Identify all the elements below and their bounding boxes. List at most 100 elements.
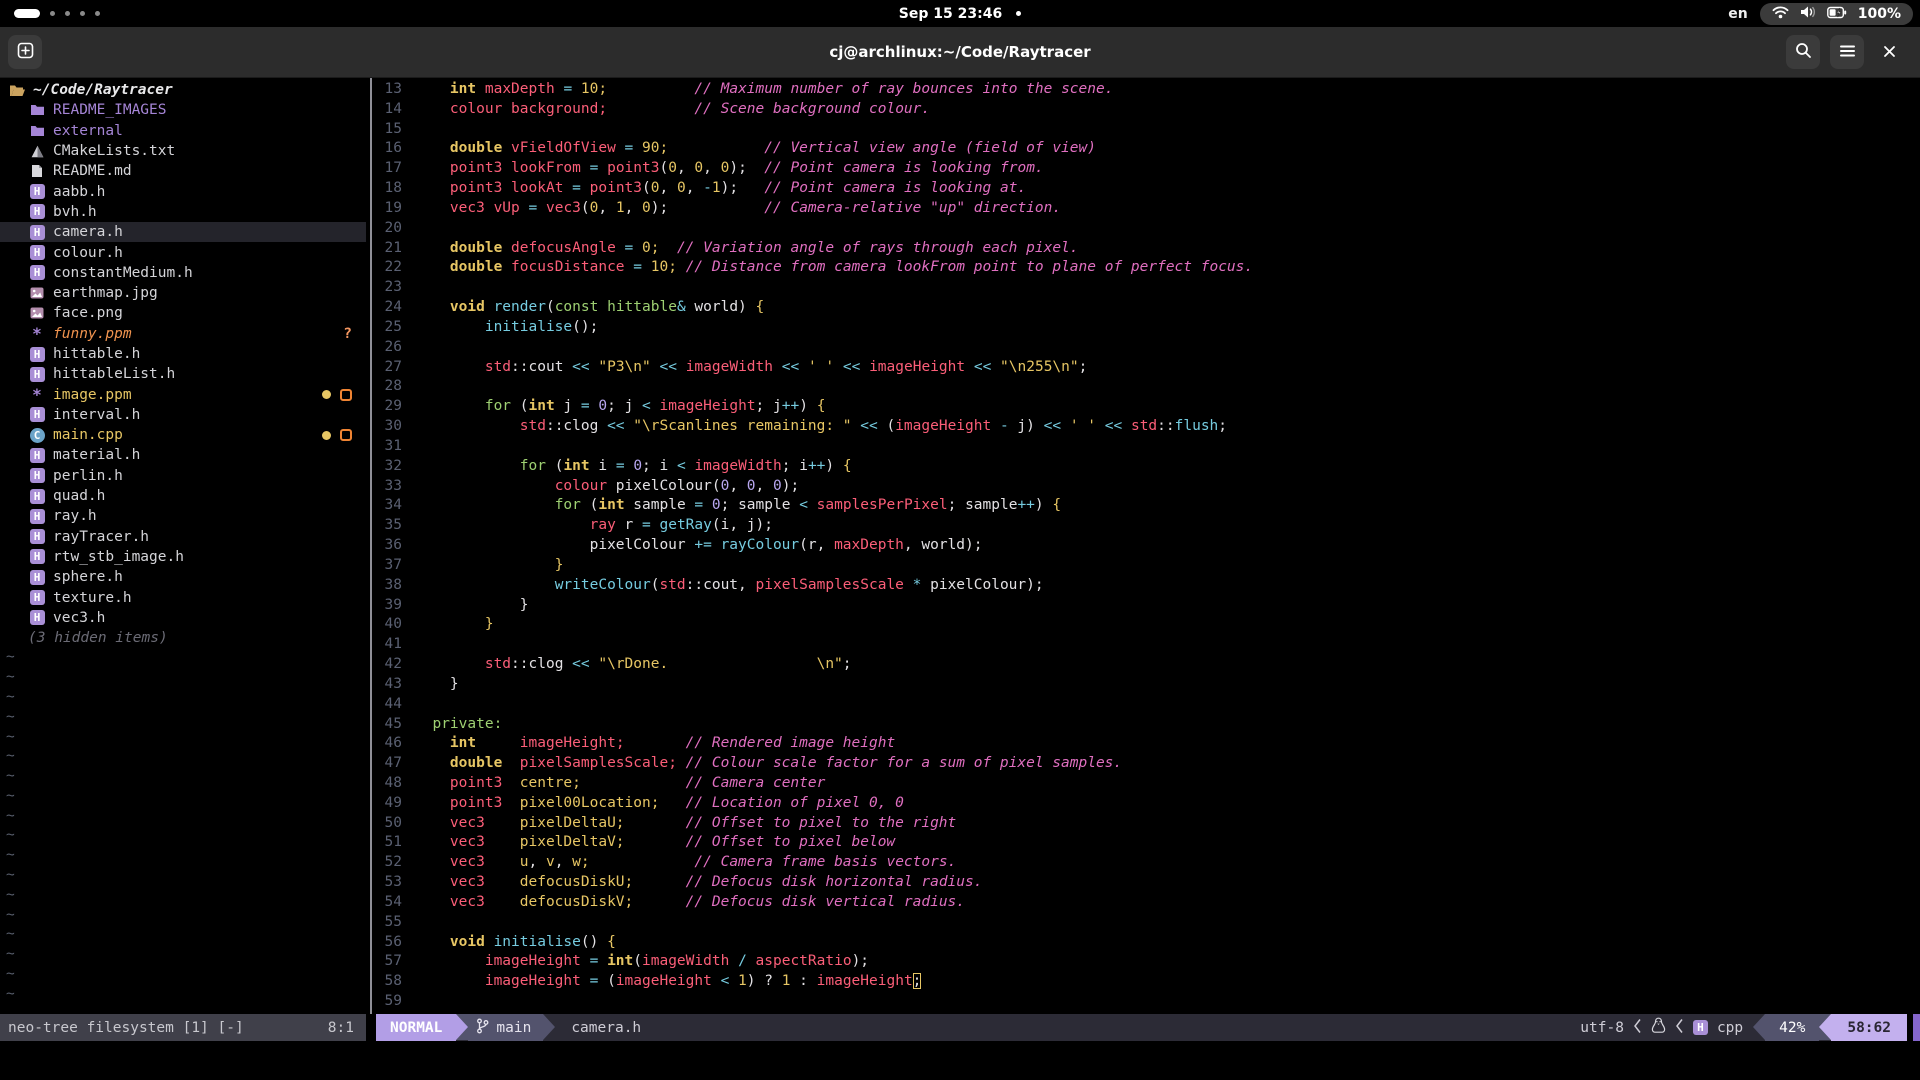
code-line-38[interactable]: 38 writeColour(std::cout, pixelSamplesSc… xyxy=(376,576,1920,596)
code-line-50[interactable]: 50 vec3 pixelDeltaU; // Offset to pixel … xyxy=(376,814,1920,834)
tree-item-rtw_stb_image.h[interactable]: Hrtw_stb_image.h xyxy=(0,547,366,567)
tree-item-interval.h[interactable]: Hinterval.h xyxy=(0,405,366,425)
tree-item-colour.h[interactable]: Hcolour.h xyxy=(0,242,366,262)
code-line-35[interactable]: 35 ray r = getRay(i, j); xyxy=(376,516,1920,536)
line-number: 57 xyxy=(376,952,402,972)
tree-item-constantMedium.h[interactable]: HconstantMedium.h xyxy=(0,263,366,283)
tree-item-README.md[interactable]: README.md xyxy=(0,161,366,181)
line-number: 30 xyxy=(376,417,402,437)
code-line-15[interactable]: 15 xyxy=(376,120,1920,140)
search-button[interactable] xyxy=(1786,35,1820,69)
code-line-41[interactable]: 41 xyxy=(376,635,1920,655)
menu-button[interactable] xyxy=(1830,35,1864,69)
new-tab-button[interactable] xyxy=(8,35,42,69)
code-line-27[interactable]: 27 std::cout << "P3\n" << imageWidth << … xyxy=(376,358,1920,378)
tree-item-perlin.h[interactable]: Hperlin.h xyxy=(0,466,366,486)
scrollbar-thumb[interactable] xyxy=(1913,1014,1920,1041)
workspace-dot[interactable] xyxy=(95,11,100,16)
tree-item-texture.h[interactable]: Htexture.h xyxy=(0,587,366,607)
tree-hidden-items-note[interactable]: (3 hidden items) xyxy=(0,628,366,648)
tree-item-label: vec3.h xyxy=(53,610,105,626)
tree-item-hittableList.h[interactable]: HhittableList.h xyxy=(0,364,366,384)
window-separator[interactable] xyxy=(366,78,376,1014)
keyboard-layout-indicator[interactable]: en xyxy=(1728,6,1747,22)
tree-item-CMakeLists.txt[interactable]: CMakeLists.txt xyxy=(0,141,366,161)
code-line-14[interactable]: 14 colour background; // Scene backgroun… xyxy=(376,100,1920,120)
code-line-47[interactable]: 47 double pixelSamplesScale; // Colour s… xyxy=(376,754,1920,774)
code-line-33[interactable]: 33 colour pixelColour(0, 0, 0); xyxy=(376,477,1920,497)
code-line-26[interactable]: 26 xyxy=(376,338,1920,358)
tree-item-material.h[interactable]: Hmaterial.h xyxy=(0,445,366,465)
tree-item-face.png[interactable]: face.png xyxy=(0,303,366,323)
code-line-53[interactable]: 53 vec3 defocusDiskU; // Defocus disk ho… xyxy=(376,873,1920,893)
tree-item-funny.ppm[interactable]: *funny.ppm? xyxy=(0,324,366,344)
code-line-57[interactable]: 57 imageHeight = int(imageWidth / aspect… xyxy=(376,952,1920,972)
code-line-24[interactable]: 24 void render(const hittable& world) { xyxy=(376,298,1920,318)
code-line-30[interactable]: 30 std::clog << "\rScanlines remaining: … xyxy=(376,417,1920,437)
close-button[interactable] xyxy=(1874,37,1904,67)
workspace-indicator[interactable] xyxy=(14,9,100,18)
code-line-21[interactable]: 21 double defocusAngle = 0; // Variation… xyxy=(376,239,1920,259)
code-line-45[interactable]: 45 private: xyxy=(376,715,1920,735)
line-number: 29 xyxy=(376,397,402,417)
code-line-42[interactable]: 42 std::clog << "\rDone. \n"; xyxy=(376,655,1920,675)
tree-item-camera.h[interactable]: Hcamera.h xyxy=(0,222,366,242)
code-line-37[interactable]: 37 } xyxy=(376,556,1920,576)
code-line-31[interactable]: 31 xyxy=(376,437,1920,457)
code-window[interactable]: 13 int maxDepth = 10; // Maximum number … xyxy=(376,78,1920,1014)
code-line-49[interactable]: 49 point3 pixel00Location; // Location o… xyxy=(376,794,1920,814)
code-line-39[interactable]: 39 } xyxy=(376,596,1920,616)
code-line-22[interactable]: 22 double focusDistance = 10; // Distanc… xyxy=(376,258,1920,278)
code-line-20[interactable]: 20 xyxy=(376,219,1920,239)
code-line-25[interactable]: 25 initialise(); xyxy=(376,318,1920,338)
tree-item-image.ppm[interactable]: *image.ppm xyxy=(0,384,366,404)
code-line-17[interactable]: 17 point3 lookFrom = point3(0, 0, 0); //… xyxy=(376,159,1920,179)
code-line-16[interactable]: 16 double vFieldOfView = 90; // Vertical… xyxy=(376,139,1920,159)
code-line-55[interactable]: 55 xyxy=(376,913,1920,933)
tree-item-sphere.h[interactable]: Hsphere.h xyxy=(0,567,366,587)
tree-root[interactable]: ~/Code/Raytracer xyxy=(0,80,366,100)
code-line-29[interactable]: 29 for (int j = 0; j < imageHeight; j++)… xyxy=(376,397,1920,417)
system-status-pill[interactable]: 100% xyxy=(1760,3,1913,25)
neotree-sidebar[interactable]: ~/Code/RaytracerREADME_IMAGESexternalCMa… xyxy=(0,78,366,1014)
code-line-44[interactable]: 44 xyxy=(376,695,1920,715)
code-line-28[interactable]: 28 xyxy=(376,377,1920,397)
workspace-dot[interactable] xyxy=(80,11,85,16)
code-line-54[interactable]: 54 vec3 defocusDiskV; // Defocus disk ve… xyxy=(376,893,1920,913)
tree-item-main.cpp[interactable]: Cmain.cpp xyxy=(0,425,366,445)
tree-item-vec3.h[interactable]: Hvec3.h xyxy=(0,608,366,628)
code-line-18[interactable]: 18 point3 lookAt = point3(0, 0, -1); // … xyxy=(376,179,1920,199)
code-line-19[interactable]: 19 vec3 vUp = vec3(0, 1, 0); // Camera-r… xyxy=(376,199,1920,219)
code-line-40[interactable]: 40 } xyxy=(376,615,1920,635)
code-line-13[interactable]: 13 int maxDepth = 10; // Maximum number … xyxy=(376,80,1920,100)
line-number: 28 xyxy=(376,377,402,397)
workspace-dot[interactable] xyxy=(50,11,55,16)
code-line-58[interactable]: 58 imageHeight = (imageHeight < 1) ? 1 :… xyxy=(376,972,1920,992)
clock[interactable]: Sep 15 23:46 xyxy=(899,6,1002,22)
tree-item-bvh.h[interactable]: Hbvh.h xyxy=(0,202,366,222)
line-number: 46 xyxy=(376,734,402,754)
tree-item-hittable.h[interactable]: Hhittable.h xyxy=(0,344,366,364)
code-line-36[interactable]: 36 pixelColour += rayColour(r, maxDepth,… xyxy=(376,536,1920,556)
workspace-dot[interactable] xyxy=(65,11,70,16)
code-line-48[interactable]: 48 point3 centre; // Camera center xyxy=(376,774,1920,794)
code-line-56[interactable]: 56 void initialise() { xyxy=(376,933,1920,953)
tree-item-rayTracer.h[interactable]: HrayTracer.h xyxy=(0,527,366,547)
code-line-32[interactable]: 32 for (int i = 0; i < imageWidth; i++) … xyxy=(376,457,1920,477)
encoding-label: utf-8 xyxy=(1580,1020,1624,1036)
code-line-34[interactable]: 34 for (int sample = 0; sample < samples… xyxy=(376,496,1920,516)
code-line-52[interactable]: 52 vec3 u, v, w; // Camera frame basis v… xyxy=(376,853,1920,873)
tree-item-ray.h[interactable]: Hray.h xyxy=(0,506,366,526)
code-line-23[interactable]: 23 xyxy=(376,278,1920,298)
tree-item-quad.h[interactable]: Hquad.h xyxy=(0,486,366,506)
tree-item-earthmap.jpg[interactable]: earthmap.jpg xyxy=(0,283,366,303)
code-line-43[interactable]: 43 } xyxy=(376,675,1920,695)
code-line-51[interactable]: 51 vec3 pixelDeltaV; // Offset to pixel … xyxy=(376,833,1920,853)
tree-item-external[interactable]: external xyxy=(0,121,366,141)
tree-item-aabb.h[interactable]: Haabb.h xyxy=(0,181,366,201)
code-line-46[interactable]: 46 int imageHeight; // Rendered image he… xyxy=(376,734,1920,754)
code-line-59[interactable]: 59 xyxy=(376,992,1920,1012)
tree-item-README_IMAGES[interactable]: README_IMAGES xyxy=(0,100,366,120)
line-number: 31 xyxy=(376,437,402,457)
clock-area[interactable]: Sep 15 23:46 xyxy=(0,0,1920,27)
